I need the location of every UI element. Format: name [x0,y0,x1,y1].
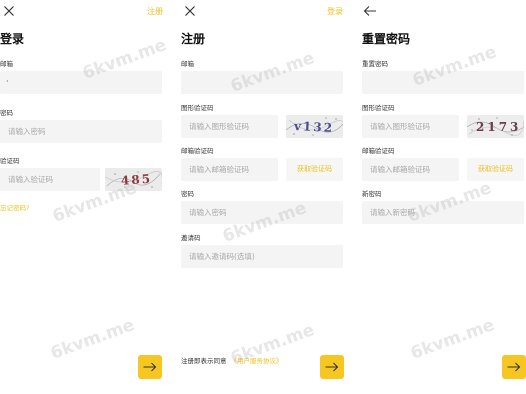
password-placeholder: 请输入密码 [189,208,227,217]
page-title: 登录 [0,32,25,46]
email-code-label: 邮箱验证码 [181,147,214,155]
email-field[interactable]: · [0,71,162,94]
invite-label: 邀请码 [181,234,201,242]
forgot-password-link[interactable]: 忘记密码? [0,204,29,212]
captcha-text: 485 [121,172,153,188]
password-label: 密码 [0,109,13,117]
password-label: 密码 [181,190,194,198]
email-label: 邮箱 [181,60,194,68]
login-submit-button[interactable] [138,355,162,379]
password-field[interactable]: 请输入密码 [0,120,162,143]
reset-submit-button[interactable] [502,355,526,379]
captcha-image[interactable]: 485 [105,168,162,191]
register-panel: 登录 注册 邮箱 图形验证码 请输入图形验证码 v132 邮箱验证码 请输入邮箱… [181,0,345,394]
email-value: · [6,77,9,86]
captcha-text: 2173 [476,120,521,134]
image-captcha-label: 图形验证码 [181,104,214,112]
email-code-label: 邮箱验证码 [362,147,395,155]
captcha-image[interactable]: v132 [286,115,343,138]
email-field[interactable] [362,71,524,94]
new-password-label: 新密码 [362,190,382,198]
arrow-right-icon [507,362,521,372]
email-code-field[interactable]: 请输入邮箱验证码 [181,158,278,181]
password-placeholder: 请输入密码 [8,127,46,136]
email-code-placeholder: 请输入邮箱验证码 [370,165,430,174]
captcha-text: v132 [293,119,335,135]
image-captcha-placeholder: 请输入图形验证码 [370,122,430,131]
image-captcha-label: 图形验证码 [362,104,395,112]
invite-placeholder: 请输入邀请码(选填) [189,252,255,261]
captcha-field[interactable]: 请输入验证码 [0,168,100,191]
send-code-button[interactable]: 获取验证码 [467,158,524,181]
email-label: 重置密码 [362,60,388,68]
register-link[interactable]: 注册 [147,7,163,17]
agreement-text: 注册即表示同意 《用户服务协议》 [181,357,283,365]
email-field[interactable] [181,71,343,94]
send-code-label: 获取验证码 [478,165,513,173]
captcha-placeholder: 请输入验证码 [8,175,53,184]
image-captcha-placeholder: 请输入图形验证码 [189,122,249,131]
page-title: 注册 [181,32,206,46]
invite-code-field[interactable]: 请输入邀请码(选填) [181,245,343,268]
reset-password-panel: 重置密码 重置密码 图形验证码 请输入图形验证码 2173 邮箱验证码 请输入邮… [362,0,526,394]
password-field[interactable]: 请输入密码 [181,201,343,224]
email-code-placeholder: 请输入邮箱验证码 [189,165,249,174]
arrow-right-icon [325,362,339,372]
image-captcha-field[interactable]: 请输入图形验证码 [362,115,459,138]
email-label: 邮箱 [0,60,13,68]
captcha-label: 验证码 [0,157,20,165]
arrow-right-icon [143,362,157,372]
close-icon[interactable] [184,5,200,21]
email-code-field[interactable]: 请输入邮箱验证码 [362,158,459,181]
login-panel: 注册 登录 邮箱 · 密码 请输入密码 验证码 请输入验证码 485 忘记密码? [0,0,165,394]
new-password-placeholder: 请输入新密码 [370,208,415,217]
user-agreement-link[interactable]: 《用户服务协议》 [231,357,283,365]
agree-prefix: 注册即表示同意 [181,357,227,365]
image-captcha-field[interactable]: 请输入图形验证码 [181,115,278,138]
send-code-button[interactable]: 获取验证码 [286,158,343,181]
new-password-field[interactable]: 请输入新密码 [362,201,524,224]
arrow-left-icon[interactable] [363,5,379,21]
register-submit-button[interactable] [320,355,344,379]
login-link[interactable]: 登录 [327,7,343,17]
send-code-label: 获取验证码 [297,165,332,173]
page-title: 重置密码 [362,32,411,46]
close-icon[interactable] [3,5,19,21]
captcha-image[interactable]: 2173 [467,115,524,138]
